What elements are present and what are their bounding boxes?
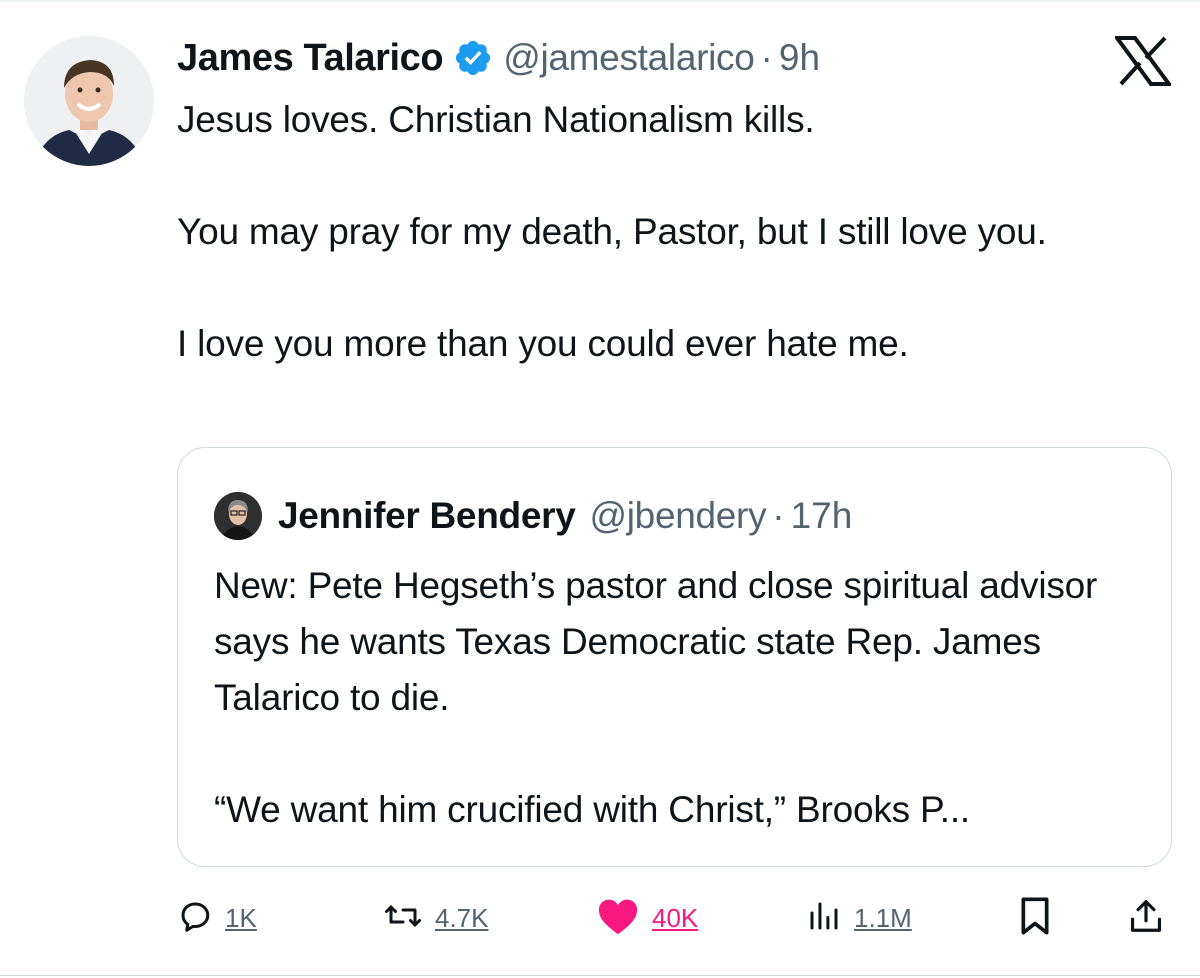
author-avatar[interactable] <box>24 36 154 166</box>
reply-button[interactable]: 1K <box>177 890 257 946</box>
share-button[interactable] <box>1127 890 1165 946</box>
tweet-text-line: I love you more than you could ever hate… <box>177 323 909 364</box>
x-logo-icon <box>1113 36 1173 86</box>
author-name[interactable]: James Talarico <box>177 37 444 80</box>
reply-icon <box>177 898 213 939</box>
views-button[interactable]: 1.1M <box>806 890 912 946</box>
bookmark-button[interactable] <box>1017 890 1053 946</box>
bottom-divider <box>0 975 1200 976</box>
views-icon <box>806 898 842 939</box>
like-count[interactable]: 40K <box>652 903 698 934</box>
like-icon <box>596 896 640 941</box>
share-icon <box>1127 896 1165 941</box>
tweet-text: Jesus loves. Christian Nationalism kills… <box>177 92 1157 372</box>
quoted-tweet-card[interactable]: Jennifer Bendery @jbendery · 17h New: Pe… <box>177 447 1172 867</box>
quoted-text-paragraph: New: Pete Hegseth’s pastor and close spi… <box>214 565 1098 718</box>
author-handle[interactable]: @jamestalarico <box>503 37 755 79</box>
repost-icon <box>383 898 423 939</box>
views-count[interactable]: 1.1M <box>854 903 912 934</box>
quoted-tweet-timestamp[interactable]: 17h <box>791 495 853 537</box>
quoted-text-paragraph: “We want him crucified with Christ,” Bro… <box>214 789 970 830</box>
quoted-tweet-text: New: Pete Hegseth’s pastor and close spi… <box>214 558 1144 838</box>
quoted-author-name[interactable]: Jennifer Bendery <box>278 495 576 537</box>
repost-button[interactable]: 4.7K <box>383 890 489 946</box>
separator-dot: · <box>772 495 785 536</box>
action-bar: 1K 4.7K 40K 1.1M <box>0 890 1200 946</box>
quoted-tweet-header: Jennifer Bendery @jbendery · 17h <box>214 488 852 544</box>
reply-count[interactable]: 1K <box>225 903 257 934</box>
quoted-author-handle[interactable]: @jbendery <box>589 495 766 537</box>
bookmark-icon <box>1017 896 1053 941</box>
quoted-author-avatar[interactable] <box>214 492 262 540</box>
tweet-header: James Talarico @jamestalarico · 9h <box>177 28 820 88</box>
verified-badge-icon <box>453 38 493 78</box>
tweet-text-line: Jesus loves. Christian Nationalism kills… <box>177 99 815 140</box>
repost-count[interactable]: 4.7K <box>435 903 489 934</box>
tweet-text-line: You may pray for my death, Pastor, but I… <box>177 211 1047 252</box>
top-divider <box>0 0 1200 2</box>
separator-dot: · <box>760 37 773 78</box>
like-button[interactable]: 40K <box>596 890 698 946</box>
tweet-timestamp[interactable]: 9h <box>779 37 820 79</box>
